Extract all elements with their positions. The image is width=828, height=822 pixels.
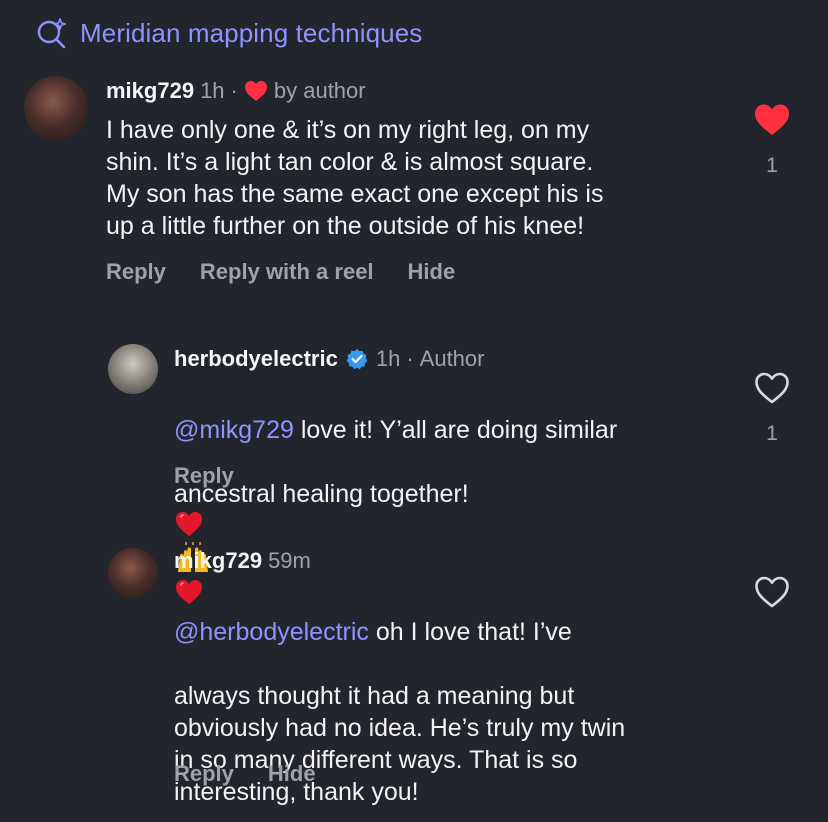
separator: · [230,78,238,103]
reply-button[interactable]: Reply [106,259,166,285]
heart-filled-icon[interactable] [752,102,792,138]
comment-text-line: always thought it had a meaning but obvi… [174,682,626,806]
comment-text-line: oh I love that! I’ve [368,618,572,646]
verified-badge-icon [346,348,368,370]
comment-meta: mikg729 59m [174,548,311,574]
search-query: Meridian mapping techniques [80,17,423,48]
like-count: 1 [766,154,778,177]
avatar[interactable] [24,76,88,140]
search-suggestion[interactable]: Meridian mapping techniques [36,16,422,50]
mention-link[interactable]: @herbodyelectric [174,618,369,646]
timestamp: 1h [375,346,401,371]
hide-button[interactable]: Hide [408,259,456,285]
comment-meta: herbodyelectric 1h · Author [174,346,484,372]
hide-button[interactable]: Hide [268,761,316,787]
red-heart-emoji-icon [176,512,202,536]
comment-actions: Reply Reply with a reel Hide [106,259,455,285]
comment-text: @mikg729 love it! Y’all are doing simila… [174,382,734,610]
heart-outline-icon[interactable] [752,370,792,406]
timestamp: 1h [200,78,225,103]
heart-icon [244,81,267,101]
heart-outline-icon[interactable] [752,574,792,610]
comment-actions: Reply Hide [174,761,316,787]
reply-button[interactable]: Reply [174,463,234,489]
reply-button[interactable]: Reply [174,761,234,787]
timestamp: 59m [268,548,311,573]
comment-text: I have only one & it’s on my right leg, … [106,116,604,240]
avatar[interactable] [108,344,158,394]
username[interactable]: mikg729 [174,548,262,574]
separator: · [406,346,414,371]
liked-by-author-label: by author [273,78,366,103]
avatar[interactable] [108,548,158,598]
mention-link[interactable]: @mikg729 [174,416,294,444]
comment-meta: mikg729 1h · by author [106,78,366,104]
like-count: 1 [766,422,778,445]
username[interactable]: mikg729 [106,78,194,104]
comment-text-line: love it! Y’all are doing similar [293,416,618,444]
search-sparkle-icon [37,18,66,49]
author-label: Author [419,346,485,371]
comment-actions: Reply [174,463,234,489]
reply-with-reel-button[interactable]: Reply with a reel [200,259,374,285]
username[interactable]: herbodyelectric [174,346,338,372]
